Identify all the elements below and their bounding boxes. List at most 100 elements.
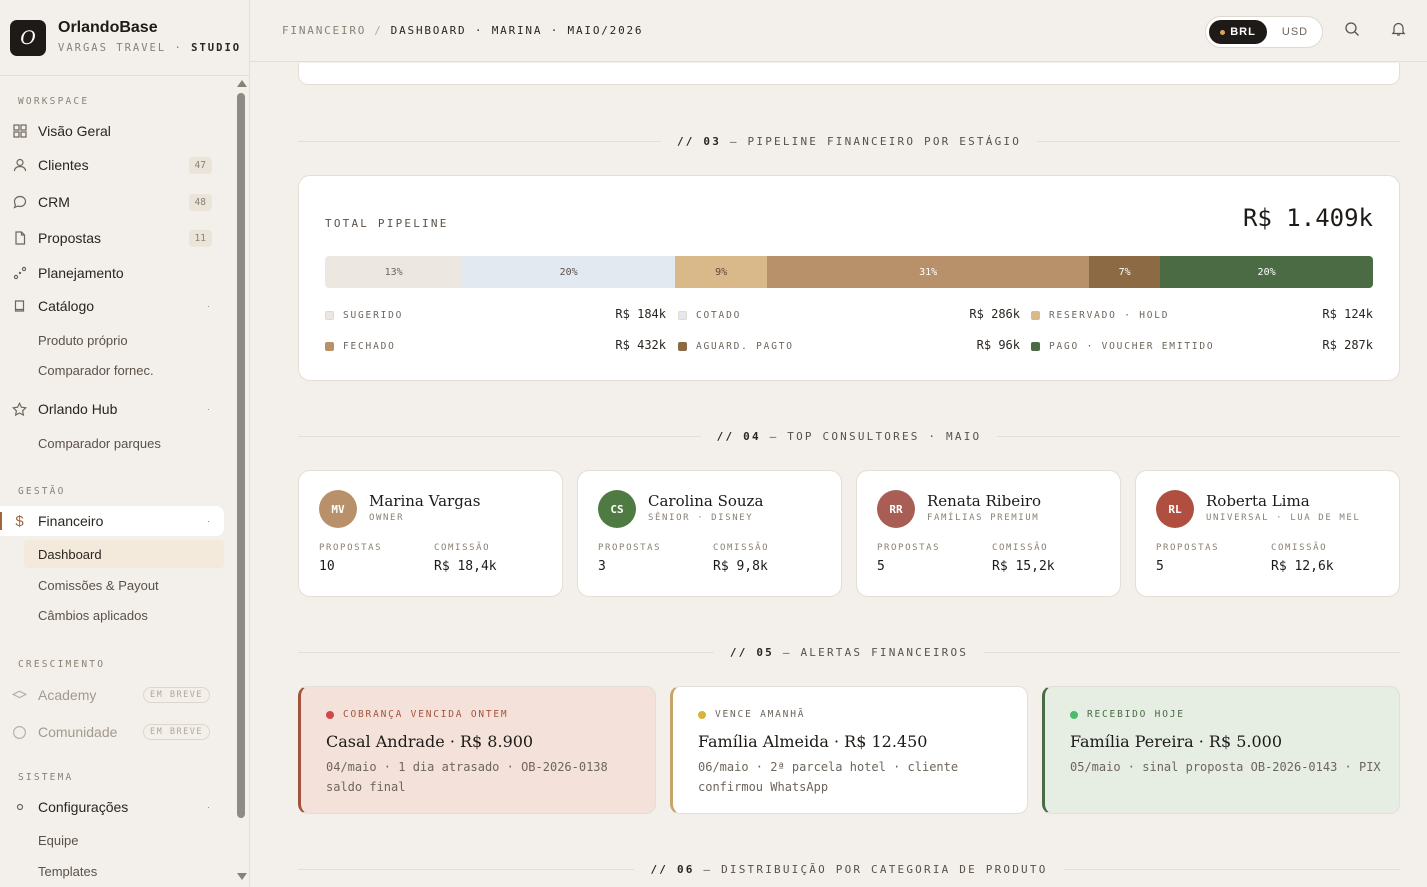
sidebar-subitem-comparador-fornec[interactable]: Comparador fornec. [24,356,224,384]
main-content: // 03 — PIPELINE FINANCEIRO POR ESTÁGIO … [250,63,1427,887]
sidebar-item-propostas[interactable]: Propostas 11 [0,223,224,253]
avatar: MV [319,490,357,528]
sidebar-item-catalogo[interactable]: Catálogo · [0,291,224,321]
chevron-down-icon[interactable]: · [207,516,210,526]
currency-usd-button[interactable]: USD [1269,20,1321,44]
brand-header: O OrlandoBase VARGAS TRAVEL · STUDIO [0,0,249,76]
consultant-name: Marina Vargas [369,492,481,510]
sidebar-item-clientes[interactable]: Clientes 47 [0,150,224,180]
legend-value: R$ 96k [976,338,1020,352]
section-title: // 06 — DISTRIBUIÇÃO POR CATEGORIA DE PR… [634,863,1063,876]
consultant-role: FAMÍLIAS PREMIUM [927,513,1040,523]
sidebar-scrollbar[interactable] [234,77,248,883]
brand-subtitle: VARGAS TRAVEL · STUDIO [58,42,241,54]
alert-title: Casal Andrade · R$ 8.900 [326,732,534,751]
brand-sub-a: VARGAS TRAVEL · [58,42,192,54]
comissao-label: COMISSÃO [992,543,1049,553]
bell-icon[interactable] [1389,20,1407,38]
alert-card[interactable]: COBRANÇA VENCIDA ONTEM Casal Andrade · R$… [298,686,656,814]
graduation-icon [12,688,27,703]
propostas-value: 5 [1156,559,1164,574]
consultant-card[interactable]: RR Renata Ribeiro FAMÍLIAS PREMIUM PROPOSTA… [856,470,1121,597]
section-header-alertas: // 05 — ALERTAS FINANCEIROS [298,642,1401,662]
previous-section-card [298,63,1400,85]
consultant-card[interactable]: RL Roberta Lima UNIVERSAL · LUA DE MEL PROP… [1135,470,1400,597]
section-title: // 04 — TOP CONSULTORES · MAIO [701,430,998,443]
legend-swatch [678,310,687,320]
legend-swatch [325,341,334,351]
breadcrumb: FINANCEIRO / DASHBOARD · MARINA · MAIO/202… [282,24,643,37]
brand-sub-b: STUDIO [191,42,242,54]
avatar: CS [598,490,636,528]
brand-logo[interactable]: O [10,20,46,56]
pipeline-label: TOTAL PIPELINE [325,217,449,230]
sidebar-item-label: Academy [38,687,97,703]
consultant-card[interactable]: MV Marina Vargas OWNER PROPOSTAS 10 COMISSÃO R… [298,470,563,597]
chevron-down-icon[interactable]: · [207,404,210,414]
legend-item: AGUARD. PAGTO [678,338,794,354]
brand-logo-letter: O [20,27,36,49]
sidebar-item-label: Propostas [38,230,102,246]
sidebar-item-label: Clientes [38,157,89,173]
alert-title: Família Pereira · R$ 5.000 [1070,732,1283,751]
pipeline-segment[interactable]: 20% [1160,256,1373,288]
avatar: RR [877,490,915,528]
legend-name: SUGERIDO [343,309,404,321]
pipeline-segment[interactable]: 7% [1088,256,1161,288]
scroll-down-arrow-icon[interactable] [237,873,247,880]
sidebar-item-orlando-hub[interactable]: Orlando Hub · [0,394,224,424]
sidebar-subitem-dashboard[interactable]: Dashboard [24,540,224,568]
chevron-down-icon[interactable]: · [207,301,210,311]
user-icon [12,158,27,173]
sidebar-subitem-produto-proprio[interactable]: Produto próprio [24,326,224,354]
gear-icon [12,800,27,815]
community-icon [12,725,27,740]
pipeline-card: TOTAL PIPELINE R$ 1.409k 13% 20% 9% 31% 7% 20… [298,175,1400,381]
sidebar-subitem-cambios[interactable]: Câmbios aplicados [24,601,224,629]
sidebar-subitem-comparador-parques[interactable]: Comparador parques [24,429,224,457]
sidebar-item-planejamento[interactable]: Planejamento [0,258,224,288]
search-icon[interactable] [1343,20,1361,38]
section-number: // 05 [729,645,775,659]
pipeline-segment[interactable]: 31% [767,256,1089,288]
breadcrumb-financeiro[interactable]: FINANCEIRO [282,24,366,37]
sidebar-item-configuracoes[interactable]: Configurações · [0,792,224,822]
propostas-label: PROPOSTAS [877,543,941,553]
sidebar-item-crm[interactable]: CRM 48 [0,187,224,217]
pipeline-segment[interactable]: 20% [462,256,676,288]
coming-soon-badge: EM BREVE [143,724,210,740]
sidebar: O OrlandoBase VARGAS TRAVEL · STUDIO WOR… [0,0,250,887]
alert-description: 06/maio · 2ª parcela hotel · cliente con… [698,760,959,794]
alert-card[interactable]: VENCE AMANHÃ Família Almeida · R$ 12.450 0… [670,686,1028,814]
sidebar-item-visao-geral[interactable]: Visão Geral [0,116,224,146]
sidebar-subitem-equipe[interactable]: Equipe [24,826,224,854]
pipeline-stacked-bar: 13% 20% 9% 31% 7% 20% [325,256,1373,288]
brand-name: OrlandoBase [58,19,158,36]
currency-usd-label: USD [1281,26,1309,38]
sidebar-subitem-comissoes[interactable]: Comissões & Payout [24,571,224,599]
alert-card[interactable]: RECEBIDO HOJE Família Pereira · R$ 5.000 0… [1042,686,1400,814]
currency-brl-button[interactable]: BRL [1209,20,1267,44]
scroll-up-arrow-icon[interactable] [237,80,247,87]
legend-value: R$ 286k [969,307,1020,321]
sidebar-subitem-templates[interactable]: Templates [24,857,224,883]
status-dot-icon [698,710,706,719]
section-header-pipeline: // 03 — PIPELINE FINANCEIRO POR ESTÁGIO [298,131,1400,151]
scroll-thumb[interactable] [237,93,245,818]
consultant-card[interactable]: CS Carolina Souza SÊNIOR · DISNEY PROPOSTAS… [577,470,842,597]
divider [298,140,661,142]
pipeline-total: R$ 1.409k [1242,204,1373,232]
pipeline-segment[interactable]: 9% [675,256,768,288]
legend-item: SUGERIDO [325,307,403,323]
pipeline-segment[interactable]: 13% [325,256,463,288]
chevron-down-icon[interactable]: · [207,802,210,812]
sidebar-item-label: Configurações [38,799,129,815]
propostas-label: PROPOSTAS [598,543,662,553]
section-title-text: — DISTRIBUIÇÃO POR CATEGORIA DE PRODUTO [694,862,1048,876]
comissao-value: R$ 9,8k [713,559,768,574]
legend-value: R$ 184k [615,307,666,321]
sidebar-item-financeiro[interactable]: $ Financeiro · [0,506,224,536]
legend-name: FECHADO [343,340,396,352]
breadcrumb-separator: / [374,24,383,37]
section-label-sistema: SISTEMA [18,772,74,783]
